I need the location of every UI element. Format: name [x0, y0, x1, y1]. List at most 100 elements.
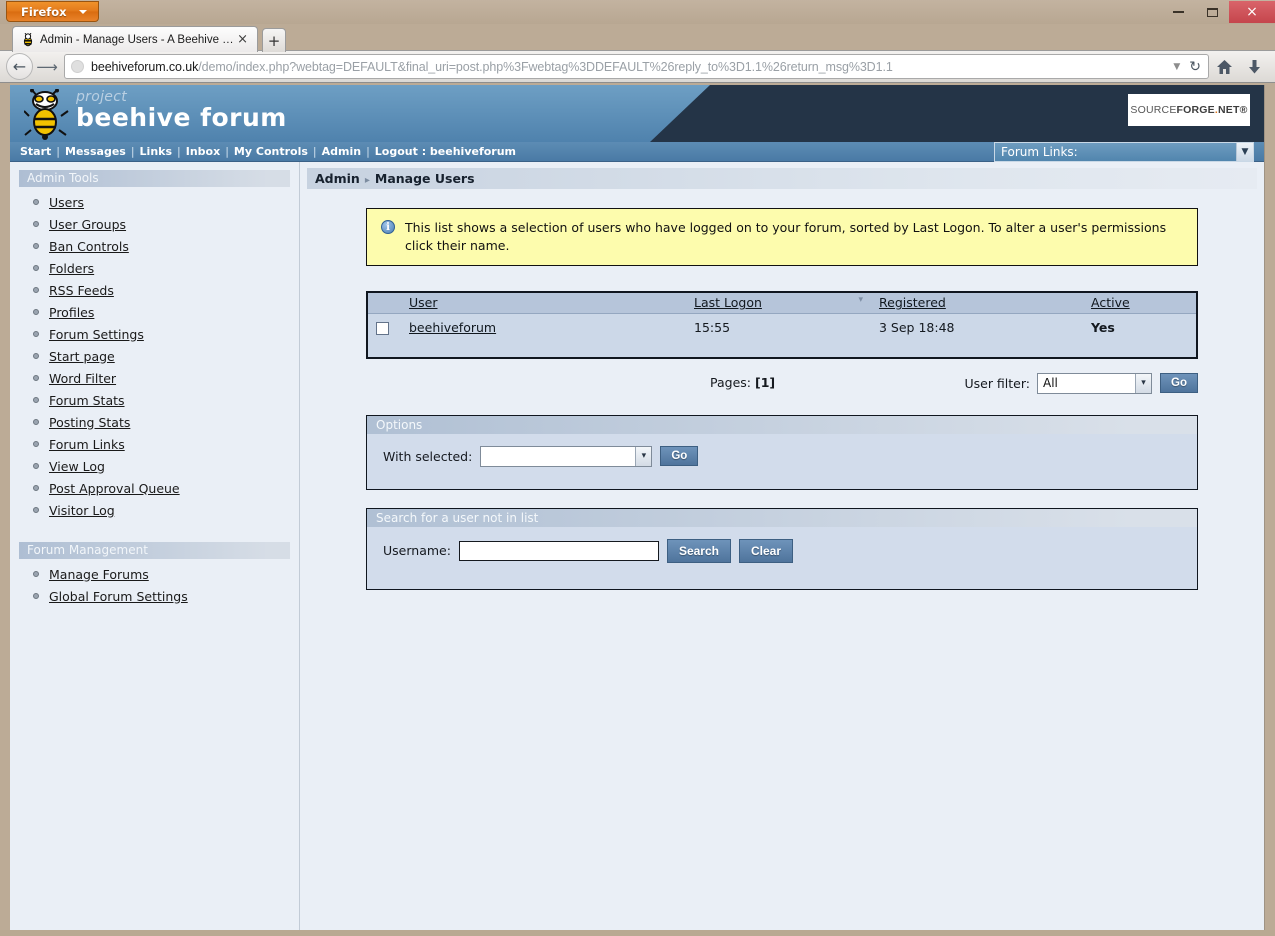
nav-sep: |: [225, 145, 229, 158]
site-identity-icon: [71, 60, 84, 73]
breadcrumb-root[interactable]: Admin: [315, 171, 360, 186]
bullet-icon: [33, 265, 39, 271]
nav-item-admin[interactable]: Admin: [322, 145, 361, 158]
user-filter-go-button[interactable]: Go: [1160, 373, 1198, 393]
nav-item-start[interactable]: Start: [20, 145, 51, 158]
column-header-user[interactable]: User: [401, 292, 686, 314]
browser-toolbar: ← ⟶ beehiveforum.co.uk/demo/index.php?we…: [0, 50, 1275, 83]
sidebar-item-start-page[interactable]: Start page: [19, 345, 290, 367]
favicon-bee-icon: [21, 33, 35, 47]
sidebar-item-post-approval-queue[interactable]: Post Approval Queue: [19, 477, 290, 499]
select-all-header: [367, 292, 401, 314]
sidebar-item-global-forum-settings[interactable]: Global Forum Settings: [19, 585, 290, 607]
close-window-button[interactable]: ×: [1229, 1, 1275, 23]
forum-links-select[interactable]: Forum Links: ▼: [994, 142, 1254, 162]
sidebar-link-label[interactable]: Visitor Log: [49, 503, 115, 518]
sidebar-item-ban-controls[interactable]: Ban Controls: [19, 235, 290, 257]
nav-item-inbox[interactable]: Inbox: [186, 145, 220, 158]
sidebar-link-label[interactable]: Manage Forums: [49, 567, 149, 582]
reload-icon[interactable]: ↻: [1186, 59, 1204, 75]
column-sort-link[interactable]: User: [409, 295, 438, 310]
forward-button[interactable]: ⟶: [34, 54, 60, 80]
sidebar-item-rss-feeds[interactable]: RSS Feeds: [19, 279, 290, 301]
nav-item-my-controls[interactable]: My Controls: [234, 145, 308, 158]
info-message-text: This list shows a selection of users who…: [405, 219, 1185, 255]
home-icon: [1216, 59, 1233, 75]
sidebar-link-label[interactable]: Forum Stats: [49, 393, 125, 408]
with-selected-go-button[interactable]: Go: [660, 446, 698, 466]
tab-close-icon[interactable]: ×: [234, 32, 251, 47]
sidebar-link-label[interactable]: Folders: [49, 261, 94, 276]
sidebar-link-label[interactable]: Users: [49, 195, 84, 210]
sidebar-item-forum-settings[interactable]: Forum Settings: [19, 323, 290, 345]
sidebar-item-forum-stats[interactable]: Forum Stats: [19, 389, 290, 411]
sidebar-item-folders[interactable]: Folders: [19, 257, 290, 279]
back-button[interactable]: ←: [6, 53, 33, 80]
sidebar-panel-admin-tools: Admin Tools Users User Groups Ban Contro…: [19, 170, 290, 521]
browser-tab[interactable]: Admin - Manage Users - A Beehive F... ×: [12, 26, 258, 52]
sidebar-item-view-log[interactable]: View Log: [19, 455, 290, 477]
bullet-icon: [33, 199, 39, 205]
sourceforge-logo[interactable]: SOURCEFORGE.NET®: [1128, 94, 1250, 126]
sidebar-link-label[interactable]: RSS Feeds: [49, 283, 114, 298]
bullet-icon: [33, 287, 39, 293]
bullet-icon: [33, 243, 39, 249]
chevron-down-icon[interactable]: ▼: [1167, 62, 1186, 72]
chevron-down-icon: ▾: [1135, 374, 1151, 393]
sidebar-item-forum-links[interactable]: Forum Links: [19, 433, 290, 455]
new-tab-button[interactable]: +: [262, 28, 286, 52]
row-checkbox[interactable]: [376, 322, 389, 335]
sidebar-link-label[interactable]: View Log: [49, 459, 105, 474]
home-button[interactable]: [1209, 53, 1239, 81]
column-header-last-logon[interactable]: Last Logon▾: [686, 292, 871, 314]
nav-sep: |: [177, 145, 181, 158]
sidebar-item-posting-stats[interactable]: Posting Stats: [19, 411, 290, 433]
sidebar-link-label[interactable]: User Groups: [49, 217, 126, 232]
sidebar-item-users[interactable]: Users: [19, 191, 290, 213]
bullet-icon: [33, 331, 39, 337]
row-select-cell[interactable]: [367, 314, 401, 342]
sidebar-item-user-groups[interactable]: User Groups: [19, 213, 290, 235]
username-search-input[interactable]: [459, 541, 659, 561]
with-selected-select[interactable]: ▾: [480, 446, 652, 467]
sidebar-link-label[interactable]: Post Approval Queue: [49, 481, 180, 496]
sidebar-link-label[interactable]: Global Forum Settings: [49, 589, 188, 604]
sidebar-link-label[interactable]: Word Filter: [49, 371, 116, 386]
cell-user[interactable]: beehiveforum: [401, 314, 686, 342]
column-header-registered[interactable]: Registered: [871, 292, 1083, 314]
forum-links-label: Forum Links:: [1001, 145, 1078, 159]
bullet-icon: [33, 571, 39, 577]
sidebar-item-manage-forums[interactable]: Manage Forums: [19, 563, 290, 585]
maximize-button[interactable]: [1195, 1, 1229, 23]
nav-item-links[interactable]: Links: [140, 145, 172, 158]
user-link[interactable]: beehiveforum: [409, 320, 496, 335]
table-spacer-row: [367, 342, 1197, 358]
nav-item-logout[interactable]: Logout : beehiveforum: [375, 145, 516, 158]
clear-button[interactable]: Clear: [739, 539, 793, 563]
column-header-active[interactable]: Active: [1083, 292, 1197, 314]
arrow-right-icon: ⟶: [36, 58, 58, 76]
page-viewport: project beehive forum SOURCEFORGE.NET® S…: [10, 85, 1265, 930]
minimize-button[interactable]: [1161, 1, 1195, 23]
column-sort-link[interactable]: Active: [1091, 295, 1130, 310]
sidebar-link-label[interactable]: Profiles: [49, 305, 94, 320]
address-bar[interactable]: beehiveforum.co.uk/demo/index.php?webtag…: [64, 54, 1209, 79]
user-filter-select[interactable]: All ▾: [1037, 373, 1152, 394]
sidebar-link-label[interactable]: Forum Settings: [49, 327, 144, 342]
downloads-button[interactable]: [1239, 53, 1269, 81]
nav-sep: |: [131, 145, 135, 158]
sidebar-link-label[interactable]: Posting Stats: [49, 415, 130, 430]
sidebar-link-label[interactable]: Forum Links: [49, 437, 125, 452]
sidebar-item-profiles[interactable]: Profiles: [19, 301, 290, 323]
user-table-header-row: User Last Logon▾ Registered Active: [367, 292, 1197, 314]
nav-item-messages[interactable]: Messages: [65, 145, 126, 158]
search-button[interactable]: Search: [667, 539, 731, 563]
firefox-menu-button[interactable]: Firefox: [6, 1, 99, 22]
sidebar-link-label[interactable]: Ban Controls: [49, 239, 129, 254]
current-page-number[interactable]: [1]: [755, 375, 775, 390]
sidebar-item-word-filter[interactable]: Word Filter: [19, 367, 290, 389]
column-sort-link[interactable]: Last Logon: [694, 295, 762, 310]
sidebar-link-label[interactable]: Start page: [49, 349, 115, 364]
sidebar-item-visitor-log[interactable]: Visitor Log: [19, 499, 290, 521]
column-sort-link[interactable]: Registered: [879, 295, 946, 310]
